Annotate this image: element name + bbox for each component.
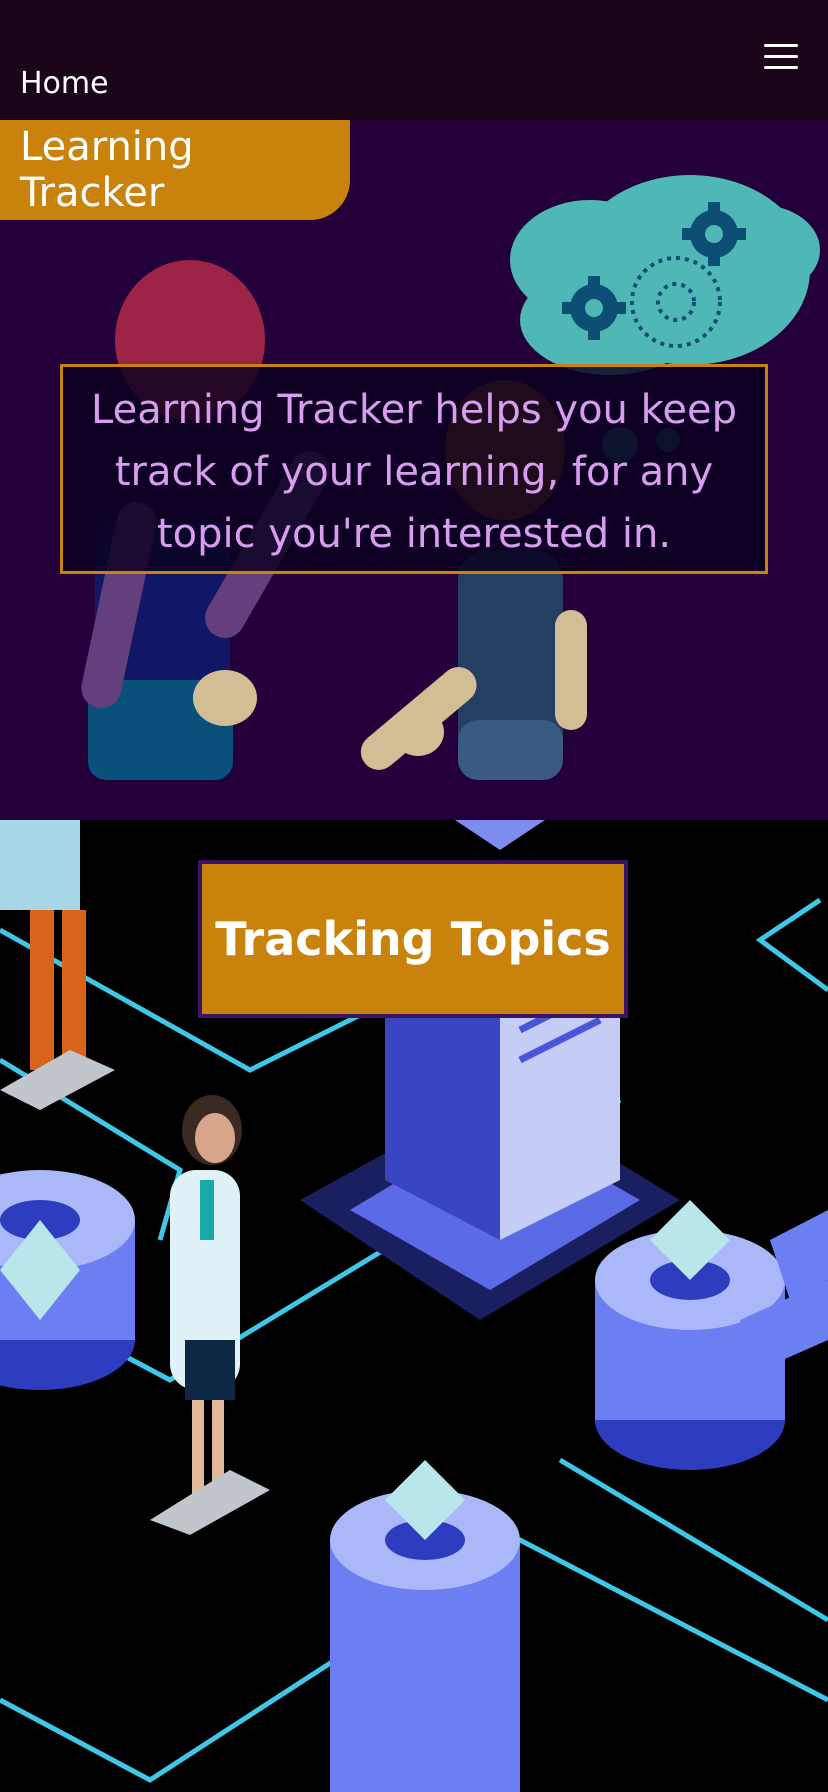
database-stack-left-illustration xyxy=(0,1170,135,1390)
tracking-topics-banner: Tracking Topics xyxy=(198,860,628,1018)
home-link[interactable]: Home xyxy=(20,66,109,101)
hero-description: Learning Tracker helps you keep track of… xyxy=(60,364,768,574)
tracking-topics-section: Tracking Topics xyxy=(0,820,828,1792)
top-nav-bar: Home xyxy=(0,0,828,120)
hero-title-tab: Learning Tracker xyxy=(0,120,350,220)
hamburger-menu-icon[interactable] xyxy=(764,44,804,76)
hero-section: Learning Tracker Learning Tracker helps … xyxy=(0,120,828,820)
database-stack-bottom-illustration xyxy=(330,1460,520,1792)
